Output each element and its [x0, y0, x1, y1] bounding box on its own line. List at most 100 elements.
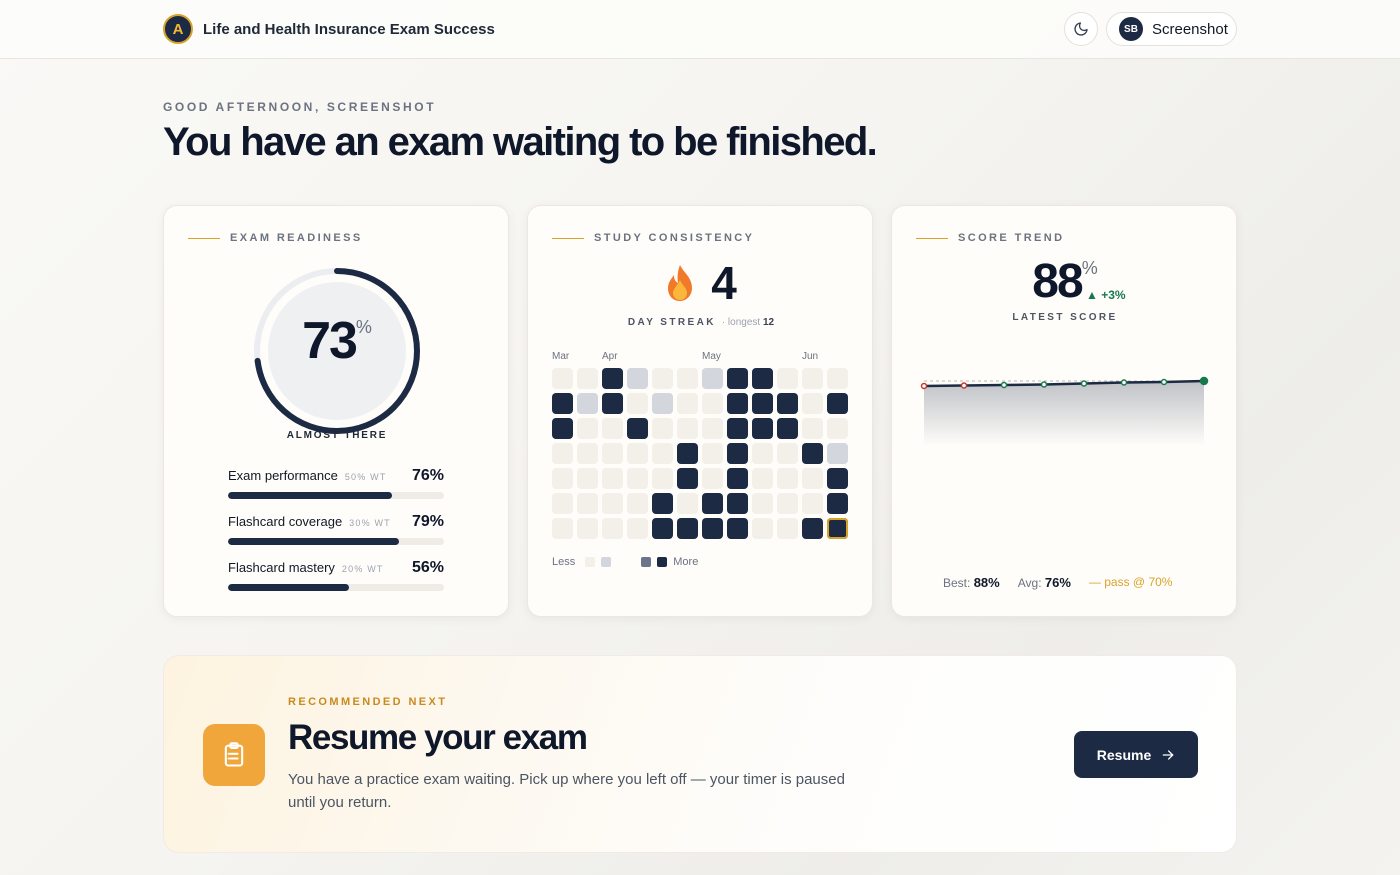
top-bar: A Life and Health Insurance Exam Success…: [0, 0, 1400, 59]
heatmap-cell: [652, 493, 673, 514]
readiness-gauge: 73% ALMOST THERE: [252, 266, 422, 441]
heatmap-cell: [702, 418, 723, 439]
flame-icon: [668, 265, 693, 301]
readiness-metric: Flashcard mastery 20% WT 56%: [228, 559, 444, 591]
heatmap-cell: [602, 468, 623, 489]
trend-point: [920, 382, 928, 390]
avatar: SB: [1119, 17, 1143, 41]
card-title: STUDY CONSISTENCY: [594, 232, 755, 244]
user-menu-button[interactable]: SB Screenshot: [1106, 12, 1237, 46]
metric-value: 56%: [411, 559, 444, 576]
arrow-right-icon: [1162, 749, 1174, 760]
readiness-status: ALMOST THERE: [286, 430, 388, 441]
heatmap-cell: [727, 493, 748, 514]
heatmap-cell: [652, 418, 673, 439]
heatmap-cell: [727, 468, 748, 489]
heatmap-cell: [827, 468, 848, 489]
longest-streak: 12: [762, 317, 775, 328]
metric-progress-fill: [228, 538, 399, 545]
heatmap-cell: [752, 368, 773, 389]
resume-button[interactable]: Resume: [1074, 731, 1198, 778]
heatmap-cell: [802, 518, 823, 539]
metric-weight: 20% WT: [341, 564, 384, 574]
heatmap-cell: [827, 368, 848, 389]
readiness-metric: Exam performance 50% WT 76%: [228, 467, 444, 499]
readiness-metric: Flashcard coverage 30% WT 79%: [228, 513, 444, 545]
heatmap-cell: [627, 418, 648, 439]
heatmap-cell: [802, 443, 823, 464]
heatmap-cell: [702, 443, 723, 464]
metric-name: Flashcard mastery: [228, 560, 335, 575]
month-label: May: [702, 351, 721, 362]
recommended-title: Resume your exam: [288, 718, 588, 757]
heatmap-cell: [702, 518, 723, 539]
heatmap-cell: [577, 368, 598, 389]
score-stats: Best: 88% Avg: 76% — pass @ 70%: [943, 575, 1173, 590]
heatmap-cell: [552, 393, 573, 414]
heatmap-cell: [677, 418, 698, 439]
heatmap-cell: [827, 443, 848, 464]
heatmap-cell: [552, 368, 573, 389]
heatmap-cell: [727, 393, 748, 414]
trend-point: [1080, 380, 1088, 387]
heatmap-cell: [702, 368, 723, 389]
metric-progress-bar: [228, 492, 444, 499]
up-arrow-icon: ▲: [1086, 288, 1098, 302]
heatmap-cell: [777, 493, 798, 514]
trend-area: [924, 381, 1204, 446]
app-logo-icon: A: [163, 14, 193, 44]
heatmap-cell: [827, 418, 848, 439]
month-label: Jun: [802, 351, 819, 362]
metric-name: Flashcard coverage: [228, 514, 343, 529]
heatmap-cell: [802, 468, 823, 489]
score-label: LATEST SCORE: [1012, 312, 1118, 323]
theme-toggle-button[interactable]: [1064, 12, 1098, 46]
heatmap-cell: [577, 443, 598, 464]
greeting: GOOD AFTERNOON, SCREENSHOT: [163, 100, 437, 114]
heatmap-cell: [577, 493, 598, 514]
heatmap-cell: [602, 393, 623, 414]
heatmap-cell: [552, 493, 573, 514]
heatmap-cell: [727, 368, 748, 389]
heatmap-cell: [577, 518, 598, 539]
recommended-description: You have a practice exam waiting. Pick u…: [288, 771, 845, 811]
heatmap-cell: [602, 493, 623, 514]
heatmap-cell: [727, 418, 748, 439]
heatmap-cell: [702, 393, 723, 414]
heatmap-cell: [752, 518, 773, 539]
pass-threshold: — pass @ 70%: [1088, 575, 1173, 589]
heatmap-cell: [802, 418, 823, 439]
heatmap-cell: [627, 393, 648, 414]
metric-progress-bar: [228, 584, 444, 591]
heatmap-legend: Less More: [552, 556, 699, 568]
heatmap-cell: [802, 393, 823, 414]
latest-score: 88: [1032, 255, 1083, 308]
recommended-eyebrow: RECOMMENDED NEXT: [288, 696, 448, 708]
month-label: Apr: [602, 351, 618, 362]
heatmap-cell: [652, 518, 673, 539]
heatmap-cell: [627, 368, 648, 389]
card-title: EXAM READINESS: [230, 232, 363, 244]
heatmap-cell: [552, 468, 573, 489]
month-label: Mar: [552, 351, 570, 362]
heatmap-cell: [677, 393, 698, 414]
streak-label: DAY STREAK: [627, 317, 716, 328]
trend-point: [1160, 378, 1168, 386]
heatmap-cell: [577, 418, 598, 439]
page-title: You have an exam waiting to be finished.: [163, 120, 878, 164]
heatmap-cell: [627, 518, 648, 539]
metric-weight: 30% WT: [349, 518, 391, 528]
heatmap-cell: [677, 443, 698, 464]
heatmap-cell: [802, 493, 823, 514]
brand[interactable]: A Life and Health Insurance Exam Success: [163, 14, 495, 44]
heatmap-cell: [627, 443, 648, 464]
heatmap-cell: [602, 368, 623, 389]
trend-point: [1120, 379, 1128, 386]
app-title: Life and Health Insurance Exam Success: [203, 20, 495, 38]
recommended-next-panel: RECOMMENDED NEXT Resume your exam You ha…: [163, 655, 1237, 853]
heatmap-cell: [652, 468, 673, 489]
heatmap-cell: [777, 518, 798, 539]
heatmap-cell: [752, 493, 773, 514]
heatmap-cell: [552, 518, 573, 539]
heatmap-cell: [677, 493, 698, 514]
